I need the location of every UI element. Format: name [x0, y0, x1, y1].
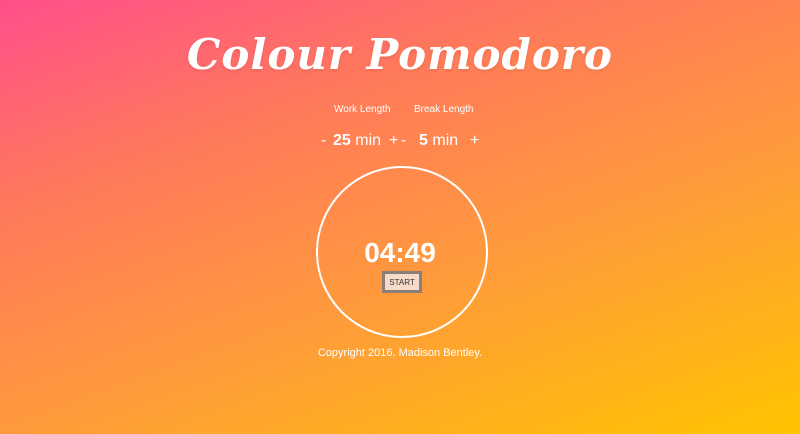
work-length-value: 25 — [333, 132, 351, 149]
break-length-value: 5 — [419, 132, 428, 149]
work-increment-button[interactable]: + — [389, 129, 398, 153]
work-length-label: Work Length — [334, 104, 391, 115]
work-length-display: 25 min — [333, 129, 381, 153]
copyright-footer: Copyright 2016. Madison Bentley. — [317, 347, 483, 359]
break-increment-button[interactable]: + — [470, 129, 479, 153]
work-length-unit: min — [355, 132, 382, 149]
break-decrement-button[interactable]: - — [401, 129, 406, 153]
setting-labels: Work Length Break Length — [0, 104, 800, 120]
break-length-unit: min — [432, 132, 459, 149]
app-title: Colour Pomodoro — [186, 30, 614, 79]
break-length-label: Break Length — [414, 104, 474, 115]
work-decrement-button[interactable]: - — [321, 129, 326, 153]
length-controls: - 25 min + - 5 min + — [0, 129, 800, 153]
timer-display: 04:49 — [364, 237, 436, 268]
start-button[interactable]: START — [382, 271, 422, 293]
break-length-display: 5 min — [419, 129, 458, 153]
